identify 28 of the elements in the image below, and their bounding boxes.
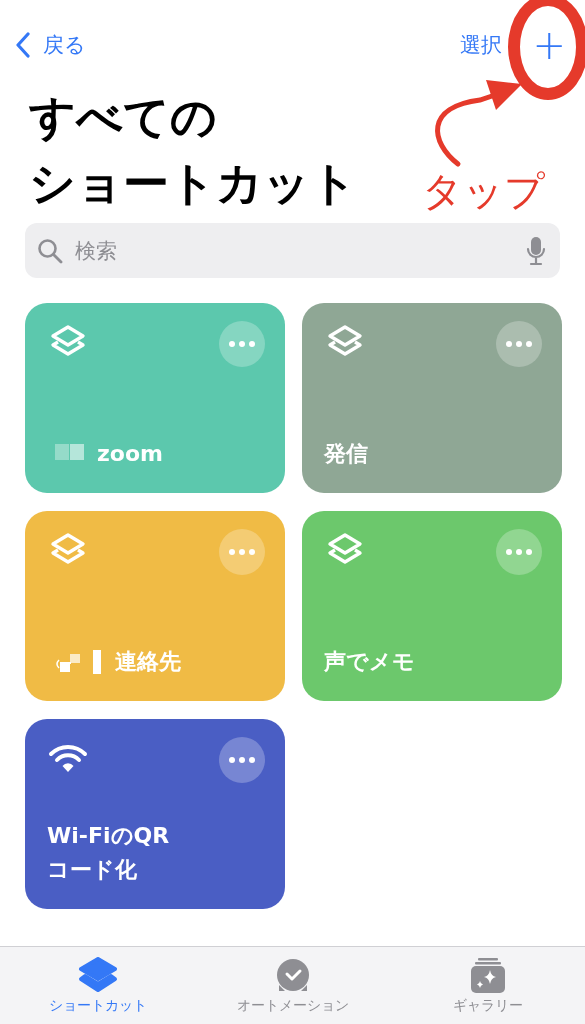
- microphone-icon[interactable]: [526, 235, 546, 266]
- shortcut-title: 声でメモ: [324, 648, 415, 676]
- layers-icon[interactable]: [77, 957, 118, 995]
- shortcut-title: 発信: [324, 440, 368, 468]
- search-field[interactable]: 検索: [25, 223, 560, 278]
- annotation-text: タップ: [422, 167, 545, 216]
- more-button[interactable]: [496, 321, 542, 367]
- shortcut-title: zoom: [97, 440, 163, 468]
- shortcut-card[interactable]: Wi-FiのQR コード化: [25, 719, 285, 909]
- shortcut-card[interactable]: 発信: [302, 303, 562, 493]
- add-button[interactable]: +: [532, 25, 566, 65]
- shortcut-card[interactable]: zoom: [25, 303, 285, 493]
- tab-label[interactable]: ギャラリー: [452, 997, 523, 1015]
- page-title: すべての ショートカット: [29, 89, 357, 212]
- back-button[interactable]: 戻る: [15, 31, 86, 59]
- shortcut-title: コード化: [47, 856, 137, 884]
- tab-label[interactable]: オートメーション: [236, 997, 349, 1015]
- shortcut-title: Wi-FiのQR: [47, 822, 170, 850]
- tab-label[interactable]: ショートカット: [48, 997, 147, 1015]
- squares-icon: [55, 650, 103, 674]
- chevron-left-icon: [15, 32, 31, 58]
- shortcut-card[interactable]: 声でメモ: [302, 511, 562, 701]
- search-icon: [37, 237, 63, 264]
- shortcut-title: 連絡先: [115, 648, 181, 676]
- select-button[interactable]: 選択: [460, 31, 503, 59]
- more-button[interactable]: [219, 737, 265, 783]
- shortcut-card[interactable]: 連絡先: [25, 511, 285, 701]
- search-input[interactable]: 検索: [73, 237, 516, 264]
